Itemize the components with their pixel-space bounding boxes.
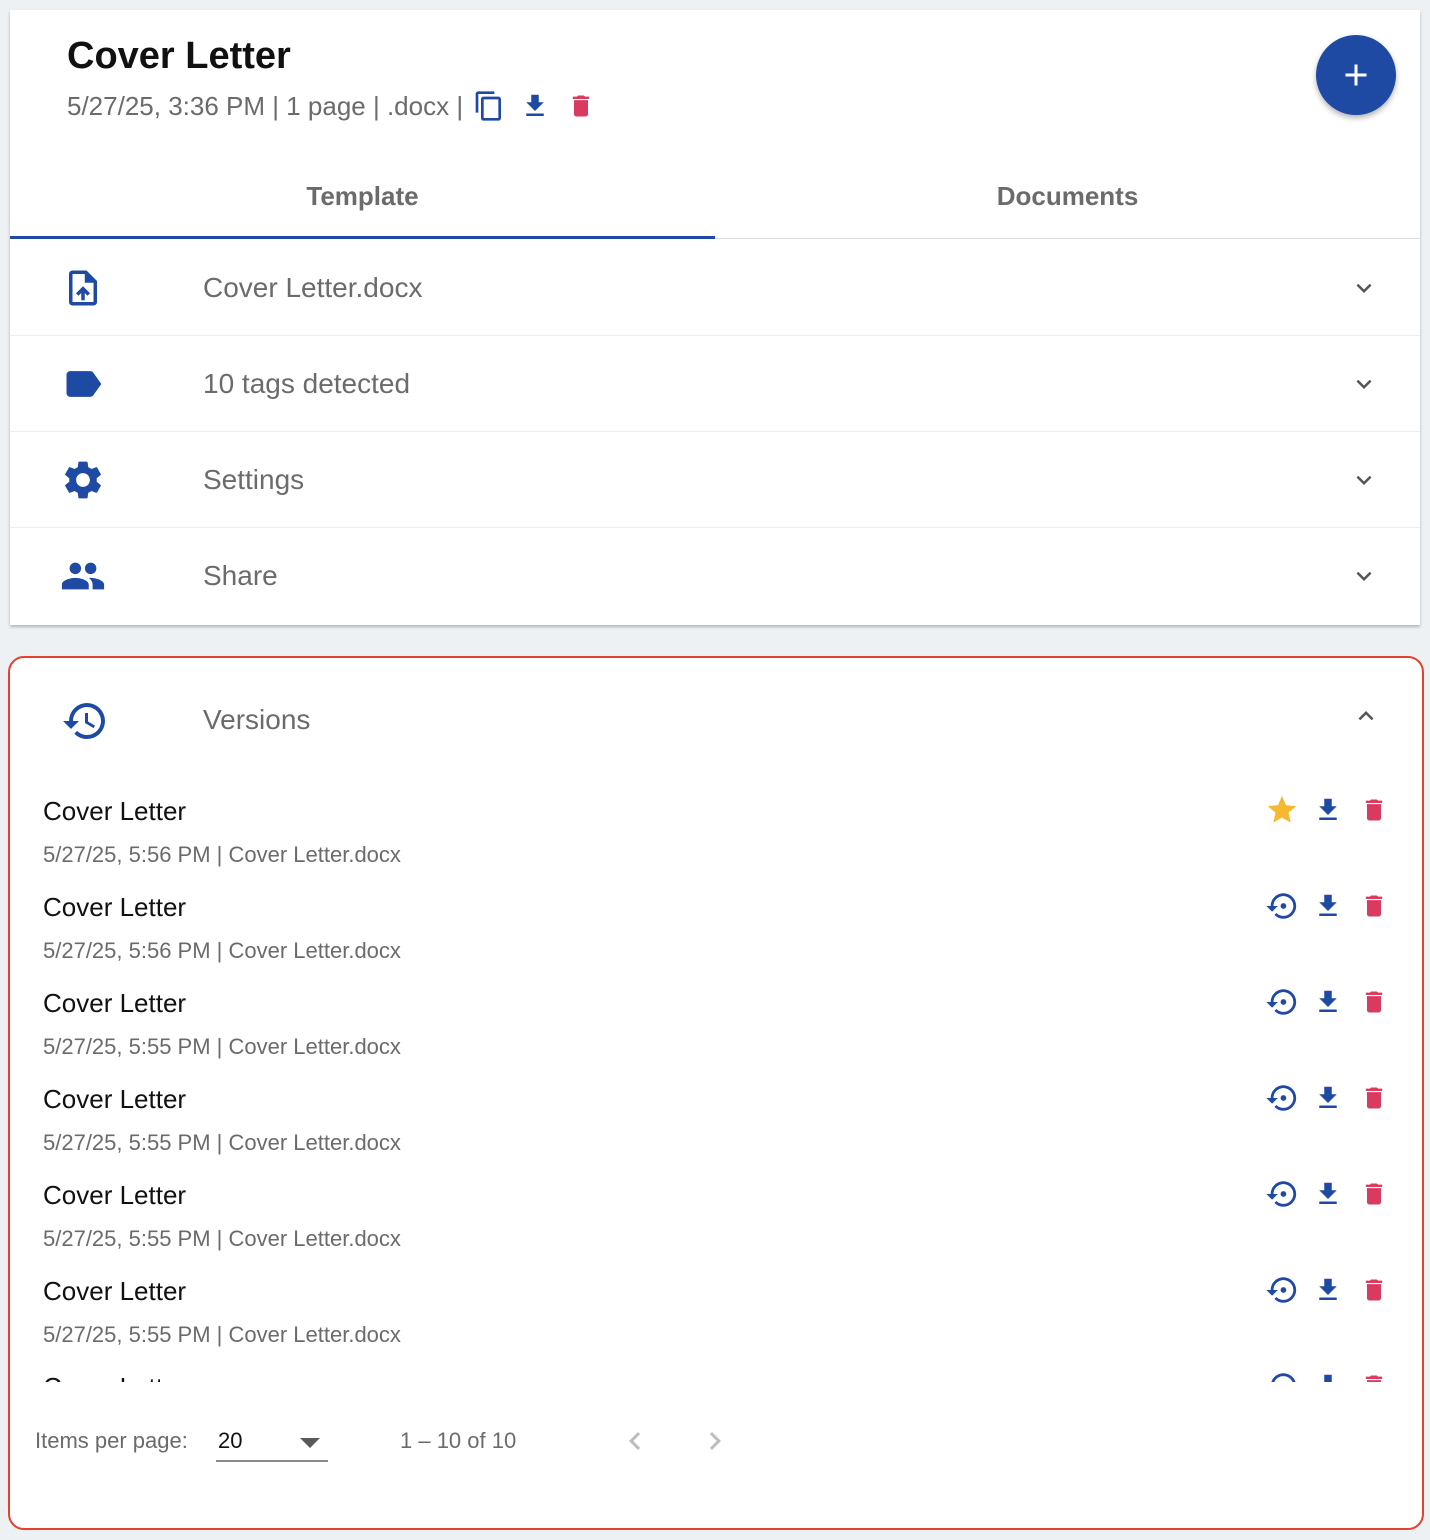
panel-settings[interactable]: Settings	[10, 432, 1420, 528]
list-item: Cover Letter 5/27/25, 5:55 PM | Cover Le…	[10, 1262, 1422, 1358]
file-upload-icon	[60, 265, 106, 311]
delete-icon[interactable]	[1354, 886, 1394, 926]
page-range: 1 – 10 of 10	[400, 1428, 517, 1453]
tab-documents[interactable]: Documents	[715, 155, 1420, 238]
add-button[interactable]	[1316, 35, 1396, 115]
list-item: Cover Letter	[10, 1358, 1422, 1382]
restore-icon[interactable]	[1262, 1366, 1302, 1382]
versions-header[interactable]: Versions	[10, 658, 1422, 782]
delete-icon[interactable]	[561, 86, 601, 126]
version-title: Cover Letter	[43, 1372, 186, 1382]
restore-icon[interactable]	[1262, 1270, 1302, 1310]
tab-template[interactable]: Template	[10, 155, 715, 239]
version-meta: 5/27/25, 5:56 PM | Cover Letter.docx	[43, 938, 401, 963]
version-title: Cover Letter	[43, 796, 187, 826]
version-title: Cover Letter	[43, 988, 187, 1018]
previous-page-button[interactable]	[610, 1416, 660, 1466]
list-item: Cover Letter 5/27/25, 5:55 PM | Cover Le…	[10, 1070, 1422, 1166]
paginator: Items per page: 20 1 – 10 of 10	[10, 1406, 1422, 1476]
template-meta: 5/27/25, 3:36 PM | 1 page | .docx |	[67, 86, 601, 126]
version-meta: 5/27/25, 5:55 PM | Cover Letter.docx	[43, 1130, 401, 1155]
version-title: Cover Letter	[43, 1180, 187, 1210]
versions-panel: Versions Cover Letter 5/27/25, 5:56 PM |…	[8, 656, 1424, 1530]
gear-icon	[60, 457, 106, 503]
version-meta: 5/27/25, 5:55 PM | Cover Letter.docx	[43, 1034, 401, 1059]
restore-icon[interactable]	[1262, 886, 1302, 926]
delete-icon[interactable]	[1354, 790, 1394, 830]
chevron-up-icon	[1350, 700, 1382, 732]
list-item: Cover Letter 5/27/25, 5:56 PM | Cover Le…	[10, 878, 1422, 974]
list-item: Cover Letter 5/27/25, 5:56 PM | Cover Le…	[10, 782, 1422, 878]
dropdown-arrow-icon	[300, 1438, 320, 1448]
plus-icon	[1345, 64, 1367, 86]
panel-file[interactable]: Cover Letter.docx	[10, 240, 1420, 336]
version-meta: 5/27/25, 5:55 PM | Cover Letter.docx	[43, 1322, 401, 1347]
list-item: Cover Letter 5/27/25, 5:55 PM | Cover Le…	[10, 1166, 1422, 1262]
chevron-down-icon	[1348, 368, 1380, 400]
page-size-value: 20	[218, 1428, 243, 1453]
tab-bar: Template Documents	[10, 155, 1420, 239]
page-size-select[interactable]: 20	[216, 1420, 328, 1462]
tag-icon	[60, 361, 106, 407]
version-meta: 5/27/25, 5:55 PM | Cover Letter.docx	[43, 1226, 401, 1251]
download-icon[interactable]	[515, 86, 555, 126]
items-per-page-label: Items per page:	[35, 1428, 188, 1453]
page-title: Cover Letter	[67, 35, 291, 77]
next-page-button[interactable]	[690, 1416, 740, 1466]
download-icon[interactable]	[1308, 1174, 1348, 1214]
panel-share-label: Share	[203, 560, 278, 591]
download-icon[interactable]	[1308, 1366, 1348, 1382]
list-item: Cover Letter 5/27/25, 5:55 PM | Cover Le…	[10, 974, 1422, 1070]
versions-label: Versions	[203, 704, 311, 735]
star-icon[interactable]	[1262, 790, 1302, 830]
chevron-down-icon	[1348, 464, 1380, 496]
template-meta-text: 5/27/25, 3:36 PM | 1 page | .docx |	[67, 90, 464, 121]
restore-icon[interactable]	[1262, 1174, 1302, 1214]
chevron-left-icon	[629, 1432, 641, 1450]
delete-icon[interactable]	[1354, 1078, 1394, 1118]
chevron-right-icon	[709, 1432, 721, 1450]
version-title: Cover Letter	[43, 1276, 187, 1306]
panel-tags-label: 10 tags detected	[203, 367, 411, 399]
delete-icon[interactable]	[1354, 1270, 1394, 1310]
version-title: Cover Letter	[43, 892, 187, 922]
panel-share[interactable]: Share	[10, 528, 1420, 624]
download-icon[interactable]	[1308, 982, 1348, 1022]
download-icon[interactable]	[1308, 886, 1348, 926]
download-icon[interactable]	[1308, 790, 1348, 830]
version-title: Cover Letter	[43, 1084, 187, 1114]
history-icon	[60, 696, 110, 746]
restore-icon[interactable]	[1262, 982, 1302, 1022]
delete-icon[interactable]	[1354, 1174, 1394, 1214]
panel-settings-label: Settings	[203, 463, 305, 495]
restore-icon[interactable]	[1262, 1078, 1302, 1118]
template-card: Cover Letter 5/27/25, 3:36 PM | 1 page |…	[10, 10, 1420, 625]
delete-icon[interactable]	[1354, 1366, 1394, 1382]
panel-tags[interactable]: 10 tags detected	[10, 336, 1420, 432]
chevron-down-icon	[1348, 272, 1380, 304]
version-meta: 5/27/25, 5:56 PM | Cover Letter.docx	[43, 842, 401, 867]
panel-file-label: Cover Letter.docx	[203, 271, 423, 303]
delete-icon[interactable]	[1354, 982, 1394, 1022]
download-icon[interactable]	[1308, 1270, 1348, 1310]
copy-icon[interactable]	[469, 86, 509, 126]
versions-list: Cover Letter 5/27/25, 5:56 PM | Cover Le…	[10, 782, 1422, 1382]
chevron-down-icon	[1348, 560, 1380, 592]
download-icon[interactable]	[1308, 1078, 1348, 1118]
people-icon	[60, 553, 106, 599]
